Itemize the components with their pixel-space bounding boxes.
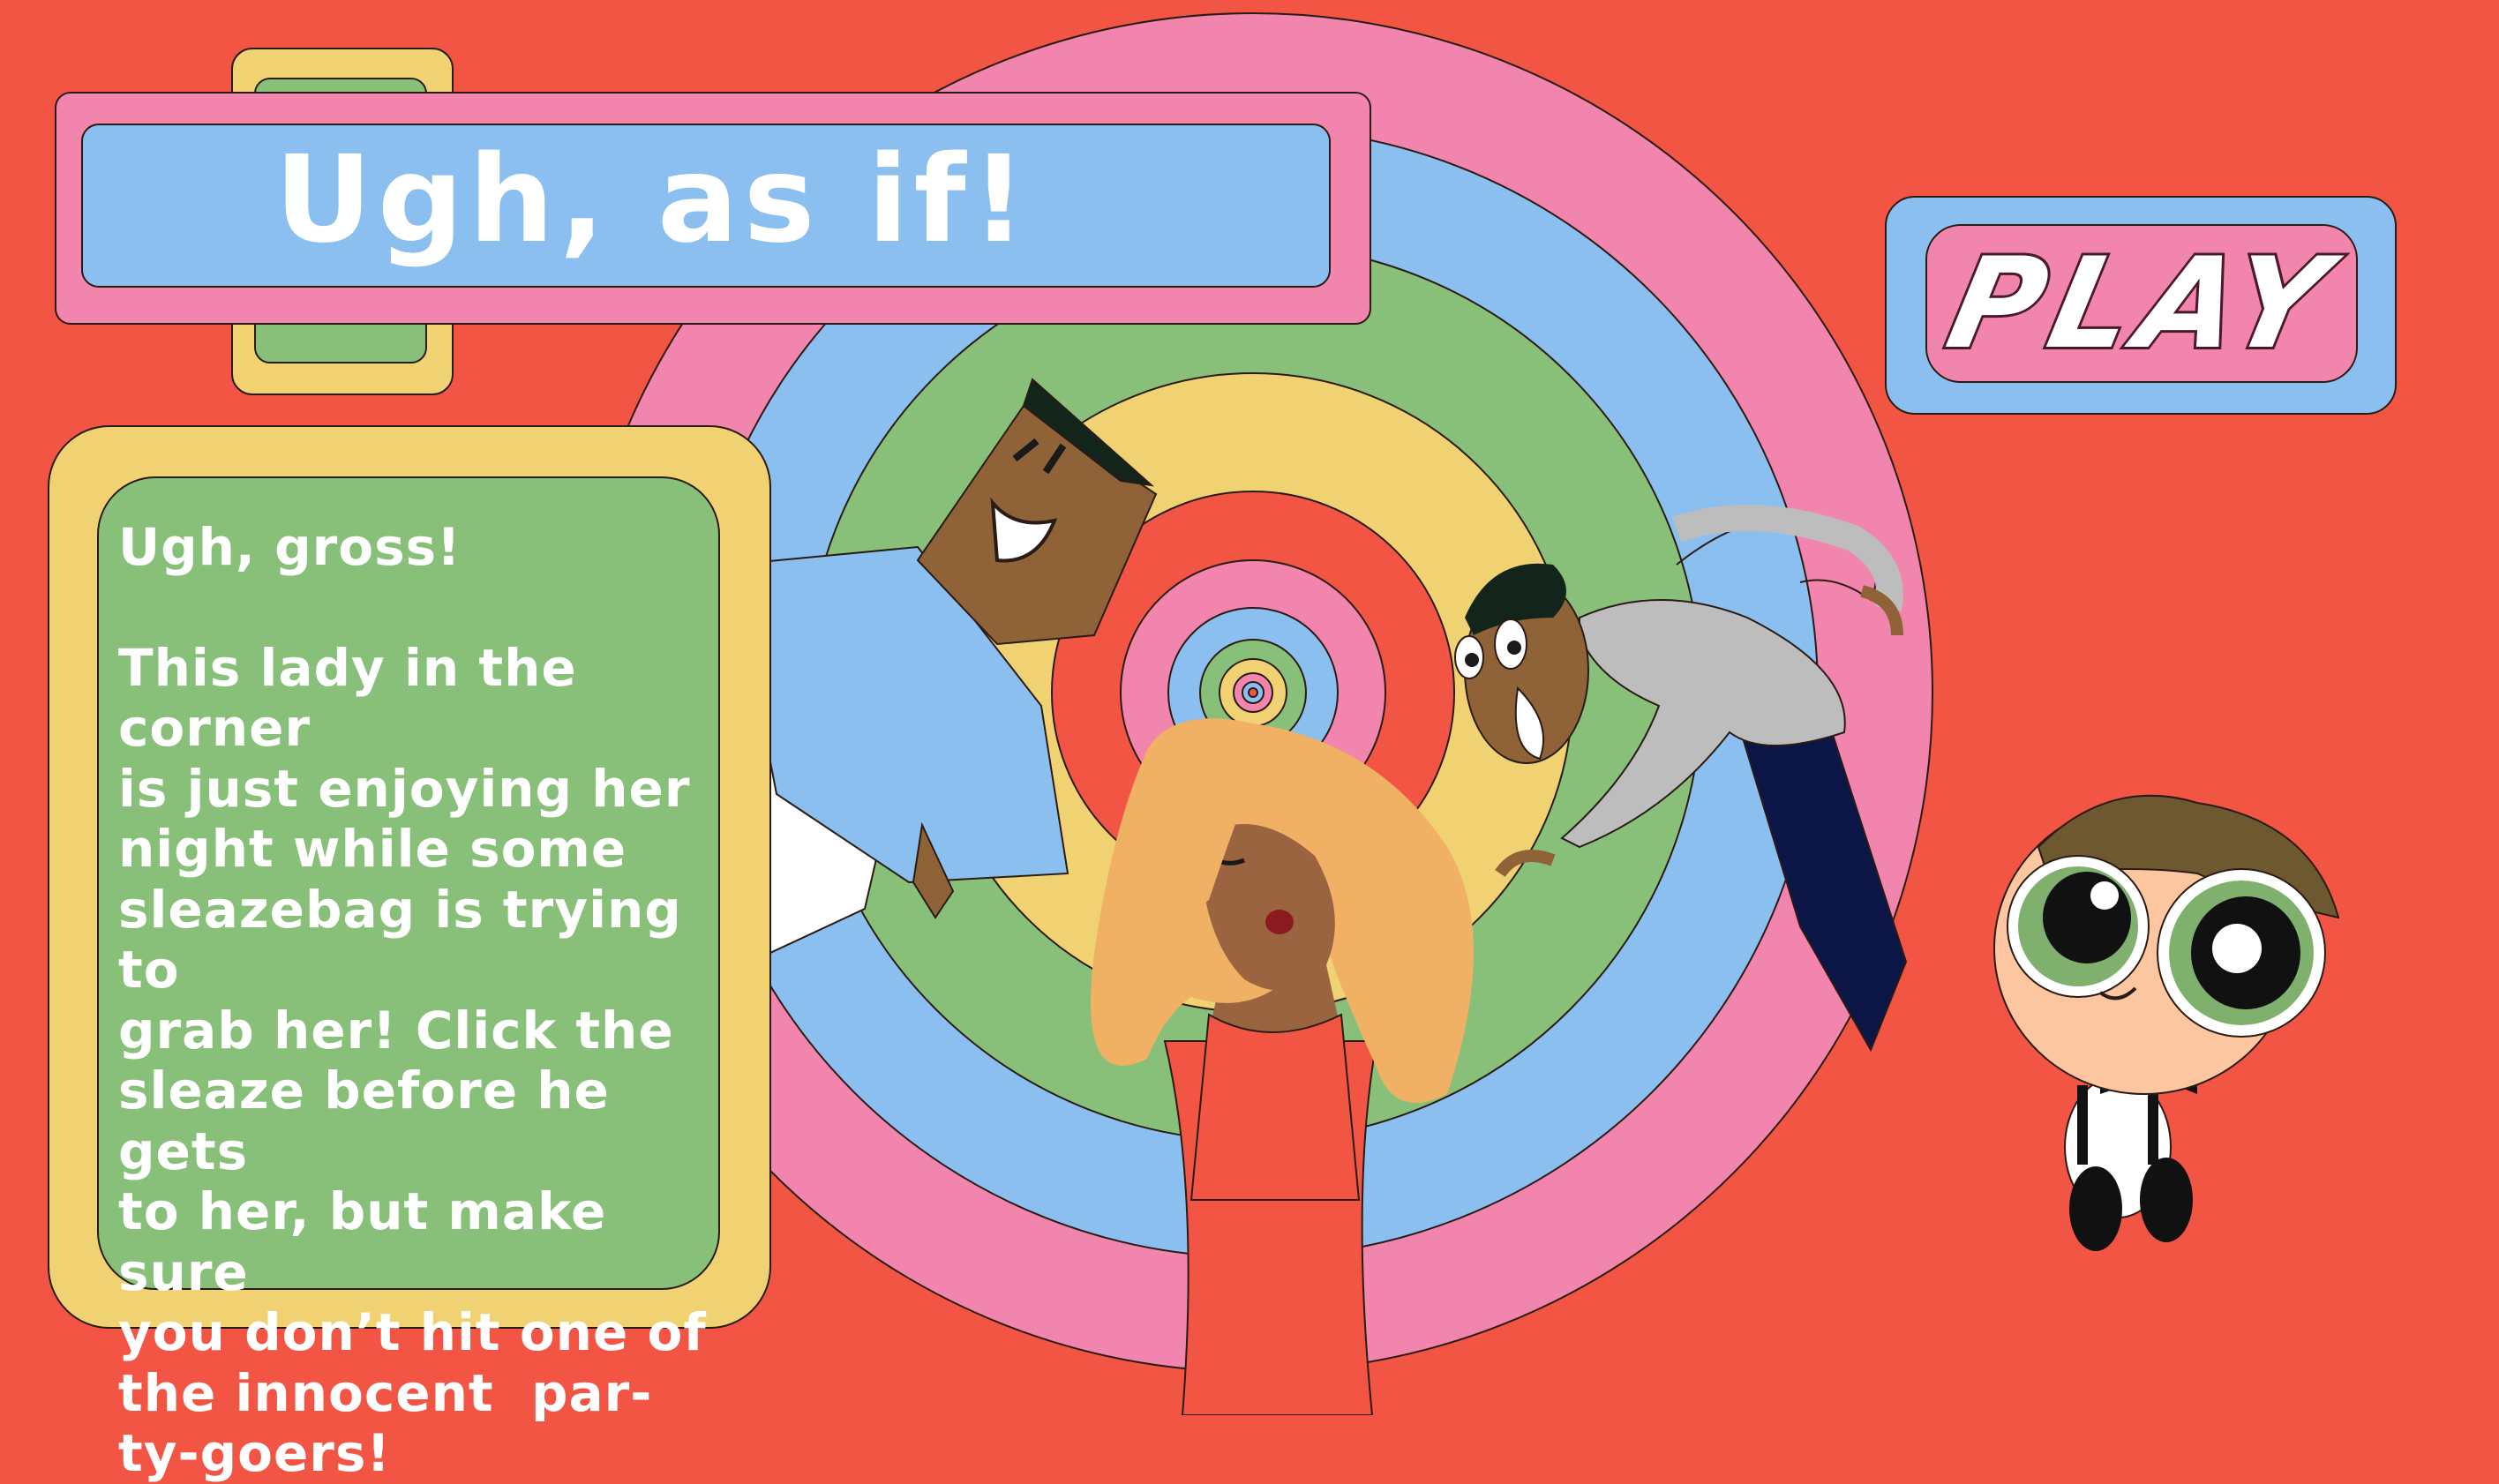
instruction-line: grab her! Click the [118, 1000, 674, 1061]
instruction-line: to her, but make sure [118, 1181, 626, 1302]
game-title: Ugh, as if! [274, 131, 1032, 270]
instruction-spacer [118, 578, 718, 638]
play-button[interactable]: PLAY [1885, 196, 2397, 415]
buttercup-boy-character [1993, 794, 2340, 1251]
instruction-line: sleaze before he gets [118, 1061, 629, 1181]
play-button-label[interactable]: PLAY [1933, 229, 2350, 379]
instruction-line: you don’t hit one of [118, 1302, 707, 1362]
title-bar: Ugh, as if! [81, 124, 1331, 288]
instruction-line: night while some [118, 819, 627, 879]
instruction-heading: Ugh, gross! [118, 517, 462, 577]
instruction-panel: Ugh, gross! This lady in the corner is j… [97, 476, 720, 1483]
instruction-line: sleazebag is trying to [118, 879, 701, 1001]
play-button-inner[interactable]: PLAY [1925, 224, 2358, 383]
instruction-line: This lady in the corner [118, 637, 596, 759]
instruction-line: is just enjoying her [118, 758, 691, 819]
instruction-line: the innocent par- [118, 1362, 653, 1423]
instruction-line: ty-goers! [118, 1423, 391, 1483]
